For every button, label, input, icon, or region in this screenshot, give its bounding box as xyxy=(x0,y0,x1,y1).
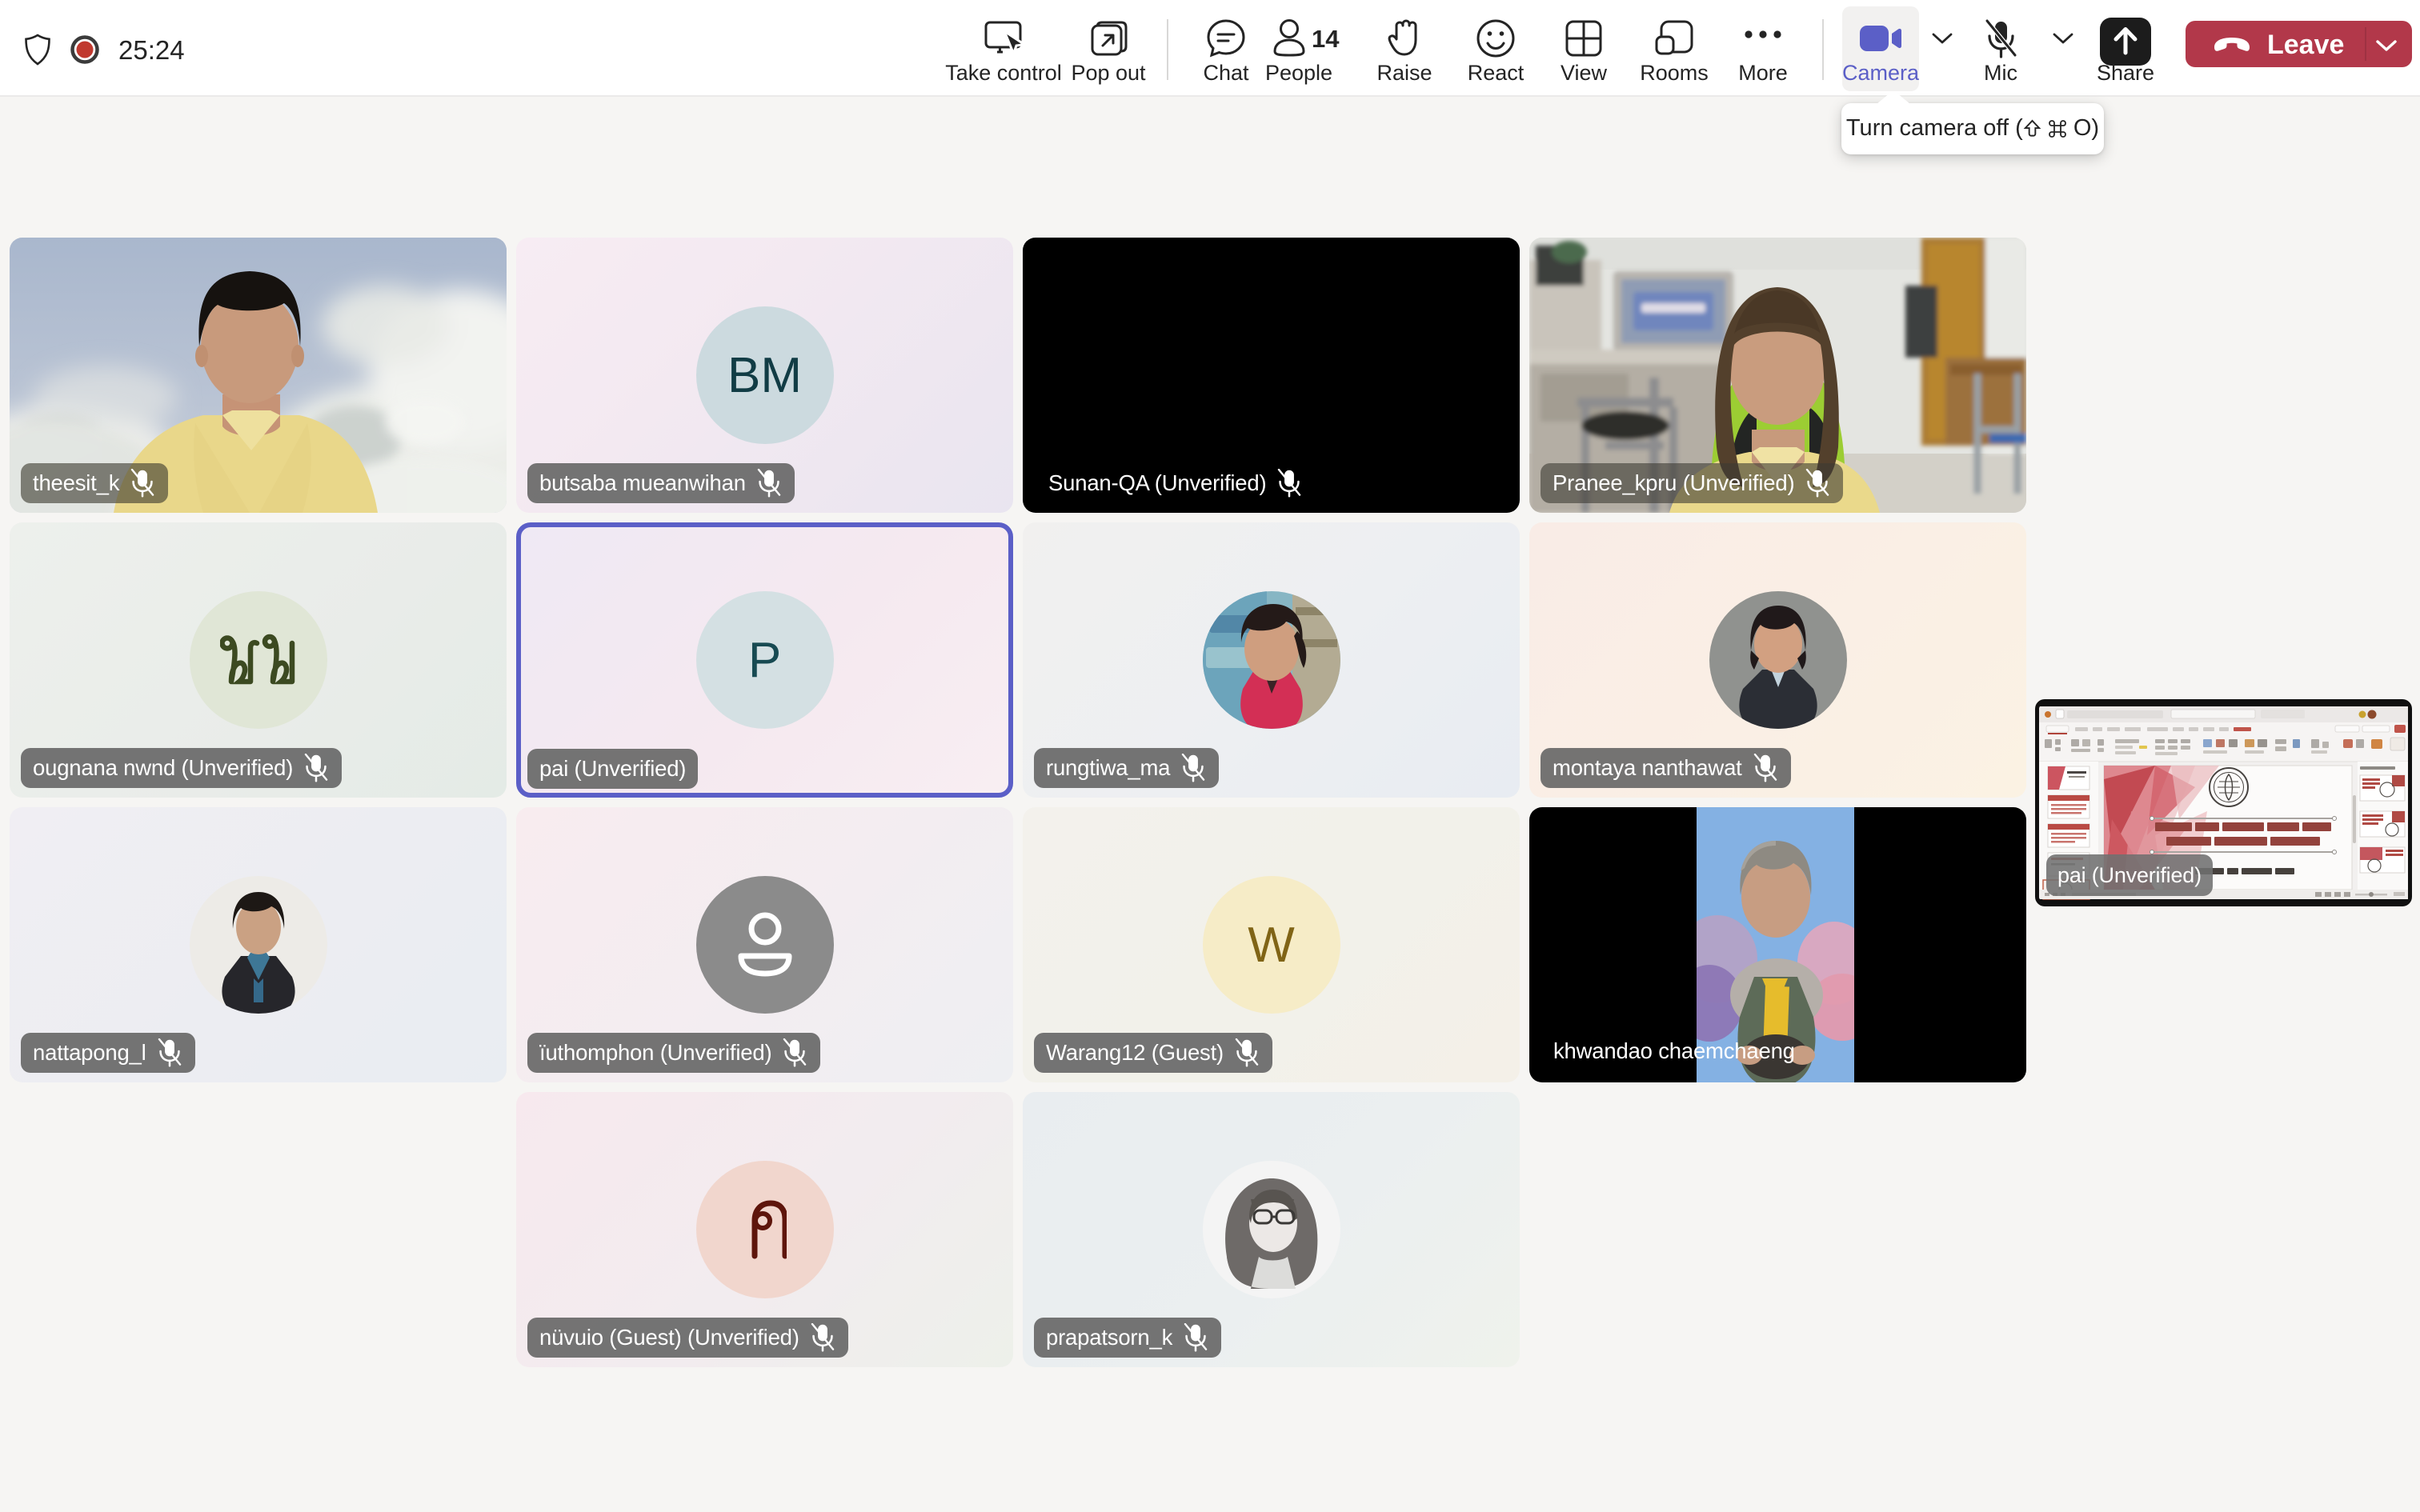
svg-text:14: 14 xyxy=(1312,25,1340,53)
